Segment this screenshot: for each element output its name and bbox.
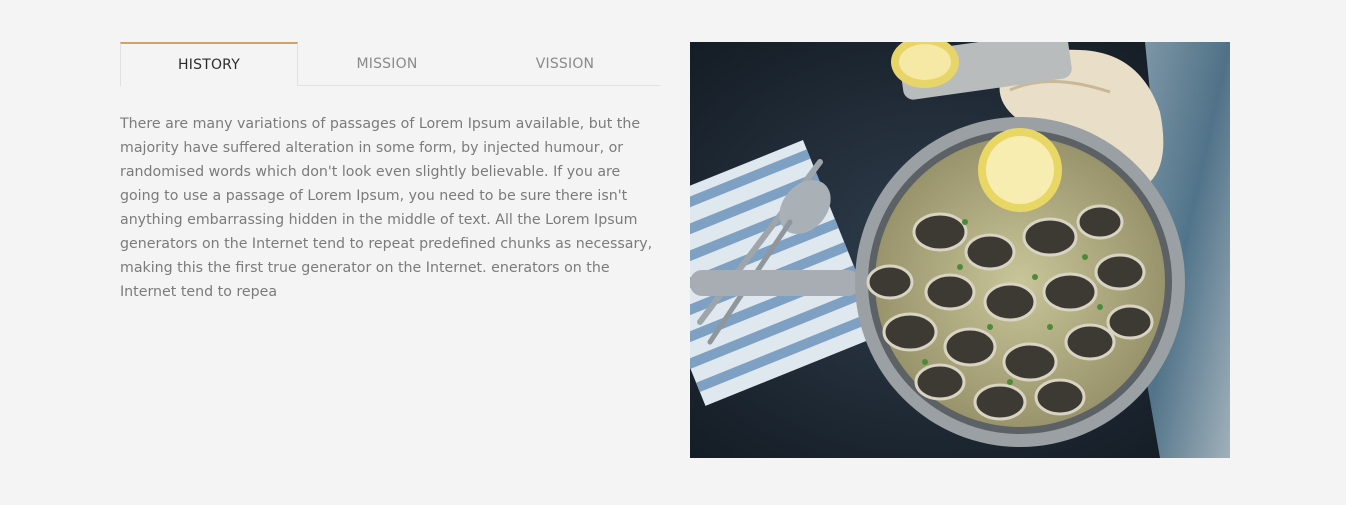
food-photo — [690, 42, 1230, 458]
tabs-panel: HISTORY MISSION VISSION There are many v… — [120, 42, 660, 318]
tab-bar: HISTORY MISSION VISSION — [120, 42, 660, 86]
tab-vission[interactable]: VISSION — [476, 42, 654, 85]
about-section: HISTORY MISSION VISSION There are many v… — [0, 0, 1346, 505]
tab-mission[interactable]: MISSION — [298, 42, 476, 85]
tab-history[interactable]: HISTORY — [120, 42, 298, 86]
tab-content-text: There are many variations of passages of… — [120, 116, 653, 300]
